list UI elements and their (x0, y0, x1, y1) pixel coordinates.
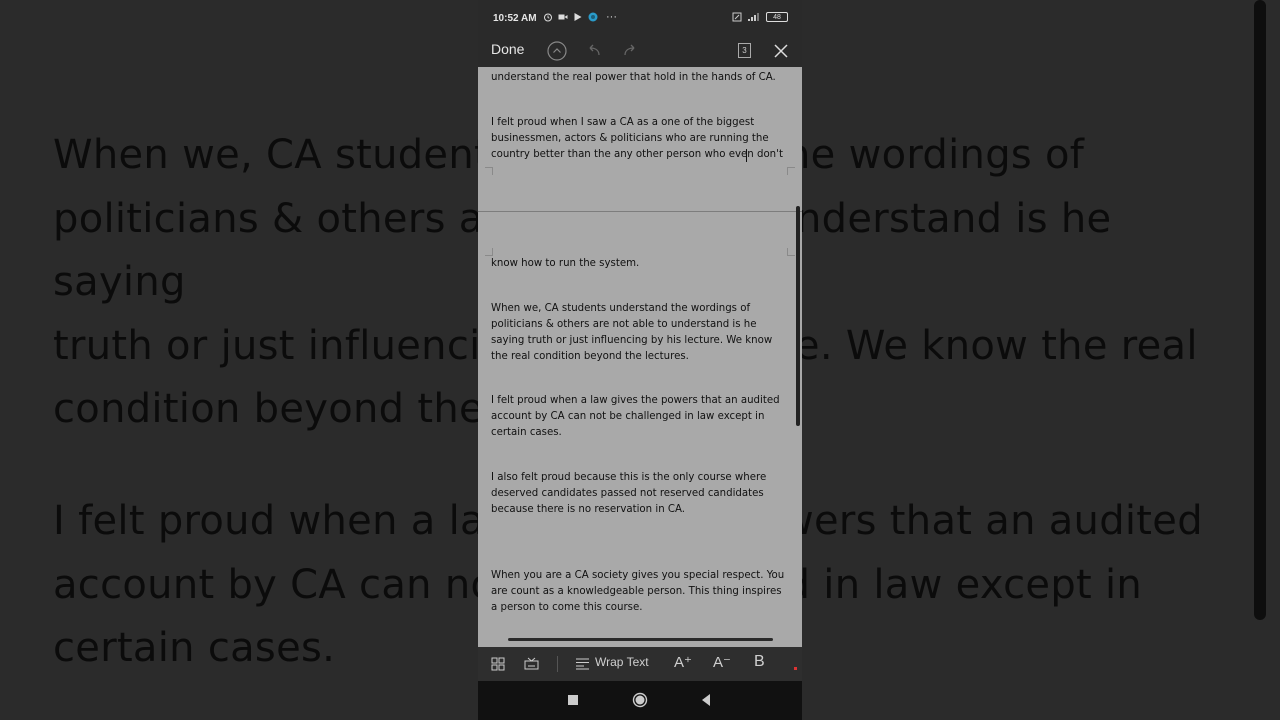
video-camera-icon (558, 14, 568, 20)
status-time: 10:52 AM (493, 13, 537, 24)
page-margin-mark (485, 248, 493, 256)
page-break (478, 211, 802, 212)
wrap-text-icon[interactable] (575, 658, 590, 670)
background-scrollbar (1254, 0, 1266, 620)
play-store-icon (574, 13, 582, 21)
bold-button[interactable]: B (754, 653, 765, 671)
home-nav-icon[interactable] (632, 692, 648, 708)
paragraph-fragment: understand the real power that hold in t… (491, 72, 776, 83)
page-margin-mark (787, 248, 795, 256)
vertical-scrollbar[interactable] (796, 206, 800, 426)
decrease-font-button[interactable]: A⁻ (713, 653, 731, 671)
paragraph-run-system: know how to run the system. (491, 258, 640, 269)
signal-icon (748, 13, 759, 21)
increase-font-button[interactable]: A⁺ (674, 653, 692, 671)
alarm-icon (544, 13, 552, 22)
battery-indicator: 48 (766, 12, 788, 22)
wrap-text-button[interactable]: Wrap Text (595, 655, 649, 669)
more-notifications-icon: ··· (606, 11, 617, 23)
format-toolbar: Wrap Text A⁺ A⁻ B (478, 647, 802, 681)
paragraph-law: I felt proud when a law gives the powers… (491, 395, 780, 438)
page-count-icon[interactable]: 3 (738, 43, 751, 58)
back-icon[interactable] (700, 693, 712, 707)
recents-icon[interactable] (567, 693, 579, 707)
font-color-indicator[interactable] (794, 667, 797, 670)
android-nav-bar (478, 681, 802, 720)
page-margin-mark (485, 167, 493, 175)
page-margin-mark (787, 167, 795, 175)
app-badge-icon (588, 12, 598, 22)
paragraph-course: I also felt proud because this is the on… (491, 472, 767, 515)
document-canvas[interactable]: understand the real power that hold in t… (478, 67, 802, 647)
undo-icon[interactable] (583, 40, 605, 62)
done-button[interactable]: Done (491, 41, 524, 57)
redo-icon[interactable] (619, 40, 641, 62)
toolbar-divider (557, 656, 558, 672)
home-icon[interactable] (546, 40, 568, 62)
editor-toolbar: Done 3 (478, 36, 802, 67)
horizontal-scrollbar[interactable] (508, 638, 773, 641)
phone-screen: 10:52 AM ··· 48 Done 3 understand the re… (478, 0, 802, 720)
close-icon[interactable] (770, 40, 792, 62)
paragraph-wordings: When we, CA students understand the word… (491, 303, 773, 362)
keyboard-icon[interactable] (524, 657, 539, 671)
status-bar: 10:52 AM ··· 48 (478, 0, 802, 36)
paragraph-society: When you are a CA society gives you spec… (491, 570, 785, 613)
grid-menu-icon[interactable] (491, 657, 505, 671)
paragraph-biggest-businessmen: I felt proud when I saw a CA as a one of… (491, 117, 783, 160)
sim-icon (732, 12, 742, 22)
text-cursor (746, 149, 747, 162)
